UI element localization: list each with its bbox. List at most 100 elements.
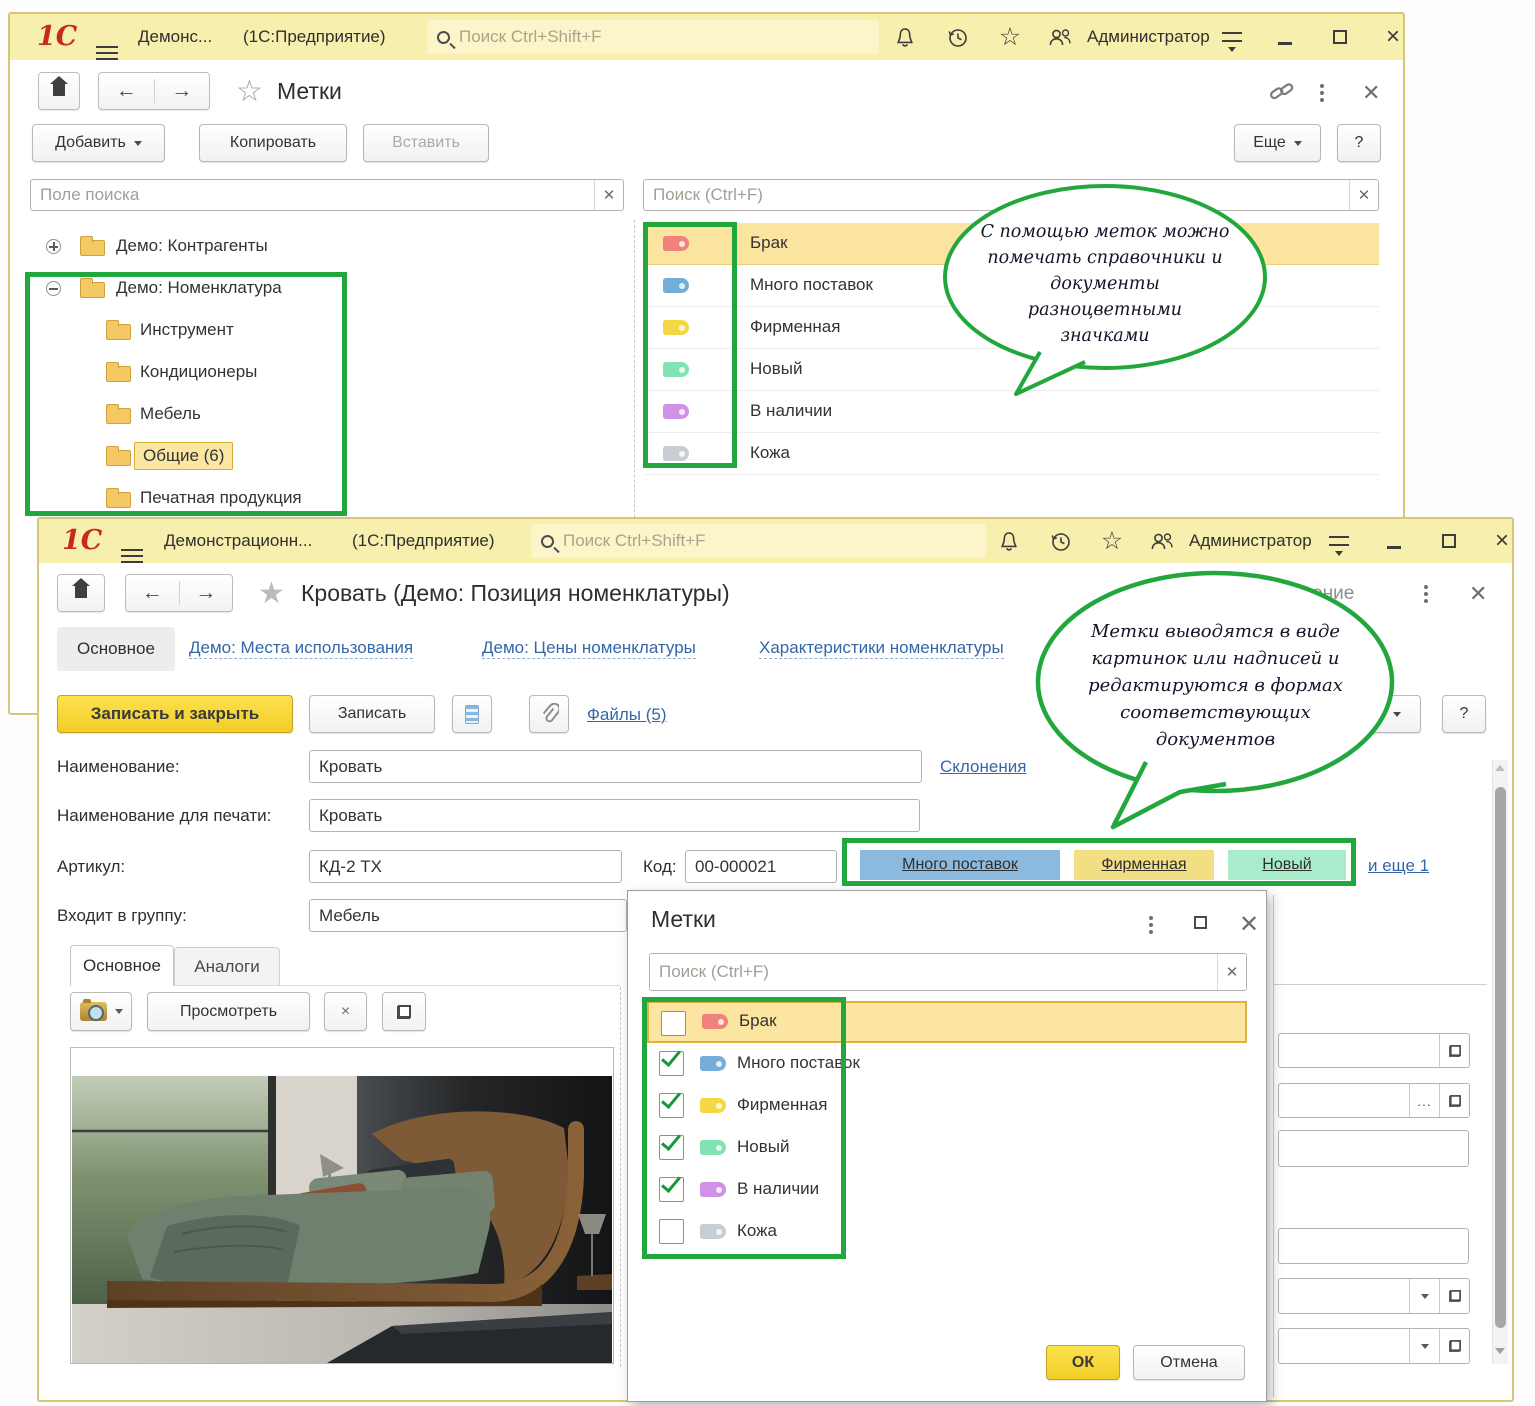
view-photo-button[interactable]: Просмотреть (147, 992, 310, 1031)
save-button[interactable]: Записать (309, 695, 435, 733)
attachments-button[interactable] (529, 695, 569, 733)
users-icon[interactable] (1043, 14, 1077, 60)
get-link-icon[interactable] (1268, 78, 1295, 110)
checkbox-checked[interactable] (659, 1093, 684, 1118)
copy-button[interactable]: Копировать (199, 124, 347, 162)
code-field[interactable]: 00-000021 (685, 850, 837, 883)
more-tags-link[interactable]: и еще 1 (1368, 856, 1429, 876)
add-button[interactable]: Добавить (32, 124, 165, 162)
service-settings-icon[interactable] (1215, 14, 1249, 60)
open-photo-button[interactable] (382, 992, 426, 1031)
right-panel-field[interactable] (1278, 1033, 1470, 1068)
current-user-label[interactable]: Администратор (1087, 27, 1210, 47)
checkbox-checked[interactable] (659, 1051, 684, 1076)
users-icon[interactable] (1145, 519, 1179, 563)
declensions-link[interactable]: Склонения (940, 757, 1026, 777)
forward-button[interactable]: → (155, 79, 210, 103)
modal-tag-row-mnogo-postavok[interactable]: Много поставок (647, 1043, 1247, 1085)
home-button[interactable] (57, 574, 105, 612)
scroll-up-icon[interactable] (1495, 765, 1505, 771)
dropdown-button[interactable] (1409, 1279, 1439, 1313)
minimize-icon[interactable] (1268, 14, 1302, 60)
tab-item-prices[interactable]: Демо: Цены номенклатуры (482, 638, 696, 659)
right-panel-field[interactable] (1278, 1278, 1470, 1314)
open-in-window-icon[interactable] (1439, 1034, 1469, 1067)
tree-item-common-selected[interactable]: Общие (6) (10, 436, 610, 478)
favorite-star-icon[interactable]: ★ (258, 576, 285, 611)
ellipsis-button[interactable]: ... (1409, 1084, 1439, 1117)
help-button[interactable]: ? (1442, 695, 1486, 733)
open-in-window-icon[interactable] (1439, 1084, 1469, 1117)
favorites-star-icon[interactable]: ☆ (993, 14, 1027, 60)
tab-item-characteristics[interactable]: Характеристики номенклатуры (759, 638, 1004, 659)
minimize-icon[interactable] (1377, 519, 1411, 563)
maximize-icon[interactable] (1323, 14, 1357, 60)
history-icon[interactable] (1043, 519, 1077, 563)
tree-item-conditioners[interactable]: Кондиционеры (10, 352, 610, 394)
tree-item-contragents[interactable]: Демо: Контрагенты (10, 226, 610, 268)
checkbox-unchecked[interactable] (661, 1011, 686, 1036)
show-movements-button[interactable] (452, 695, 492, 733)
close-window-icon[interactable]: × (1485, 519, 1519, 563)
home-button[interactable] (38, 72, 80, 110)
clear-search-icon[interactable]: ✕ (1217, 954, 1246, 990)
service-settings-icon[interactable] (1322, 519, 1356, 563)
history-icon[interactable] (940, 14, 974, 60)
tab-main[interactable]: Основное (57, 627, 175, 671)
dropdown-button[interactable] (1409, 1329, 1439, 1363)
global-search-input[interactable]: Поиск Ctrl+Shift+F (531, 524, 986, 558)
expand-plus-icon[interactable] (46, 239, 61, 254)
group-field[interactable]: Мебель (309, 899, 627, 932)
paste-button[interactable]: Вставить (363, 124, 489, 162)
vertical-scrollbar[interactable] (1492, 760, 1508, 1364)
print-name-field[interactable]: Кровать (309, 799, 920, 832)
save-and-close-button[interactable]: Записать и закрыть (57, 695, 293, 733)
article-field[interactable]: КД-2 ТХ (309, 850, 622, 883)
tag-chip-mnogo-postavok[interactable]: Много поставок (860, 850, 1060, 880)
close-form-icon[interactable]: ✕ (1469, 583, 1487, 605)
cancel-button[interactable]: Отмена (1133, 1345, 1245, 1380)
tab-places-of-use[interactable]: Демо: Места использования (189, 638, 413, 659)
modal-tag-row-brak[interactable]: Брак (647, 1001, 1247, 1043)
modal-tag-row-firmennaya[interactable]: Фирменная (647, 1085, 1247, 1127)
open-in-window-icon[interactable] (1439, 1329, 1469, 1363)
add-photo-button[interactable] (70, 992, 132, 1031)
scrollbar-thumb[interactable] (1495, 787, 1506, 1328)
main-menu-icon[interactable] (121, 549, 143, 563)
back-button[interactable]: ← (126, 581, 180, 605)
photo-panel-splitter[interactable] (620, 987, 621, 1367)
checkbox-checked[interactable] (659, 1177, 684, 1202)
more-menu-icon[interactable] (1320, 84, 1324, 102)
favorites-star-icon[interactable]: ☆ (1095, 519, 1129, 563)
close-form-icon[interactable]: ✕ (1362, 82, 1380, 104)
main-menu-icon[interactable] (96, 46, 118, 60)
clear-photo-button[interactable]: × (324, 992, 367, 1031)
ok-button[interactable]: ОК (1046, 1345, 1120, 1380)
maximize-icon[interactable] (1432, 519, 1466, 563)
forward-button[interactable]: → (180, 581, 233, 605)
favorite-star-icon[interactable]: ☆ (236, 74, 263, 109)
global-search-input[interactable]: Поиск Ctrl+Shift+F (427, 20, 879, 54)
close-modal-icon[interactable]: ✕ (1239, 913, 1259, 937)
name-field[interactable]: Кровать (309, 750, 922, 783)
notifications-bell-icon[interactable] (992, 519, 1026, 563)
open-in-window-icon[interactable] (1439, 1279, 1469, 1313)
tag-chip-novyi[interactable]: Новый (1228, 850, 1346, 880)
inner-tab-main[interactable]: Основное (70, 945, 174, 986)
tree-item-furniture[interactable]: Мебель (10, 394, 610, 436)
back-button[interactable]: ← (99, 79, 155, 103)
maximize-icon[interactable] (1194, 916, 1207, 929)
more-menu-icon[interactable] (1149, 916, 1153, 934)
close-window-icon[interactable]: × (1376, 14, 1410, 60)
scroll-down-icon[interactable] (1495, 1348, 1505, 1354)
inner-tab-analogs[interactable]: Аналоги (174, 947, 280, 986)
more-menu-icon[interactable] (1424, 585, 1428, 603)
right-panel-field[interactable] (1278, 1228, 1469, 1264)
clear-search-icon[interactable]: ✕ (1349, 180, 1378, 210)
clear-search-icon[interactable]: ✕ (594, 180, 623, 210)
right-panel-field[interactable] (1278, 1130, 1469, 1167)
tree-search-input[interactable]: Поле поиска ✕ (30, 179, 624, 211)
more-actions-button[interactable]: Еще (1234, 124, 1321, 162)
notifications-bell-icon[interactable] (888, 14, 922, 60)
checkbox-checked[interactable] (659, 1135, 684, 1160)
